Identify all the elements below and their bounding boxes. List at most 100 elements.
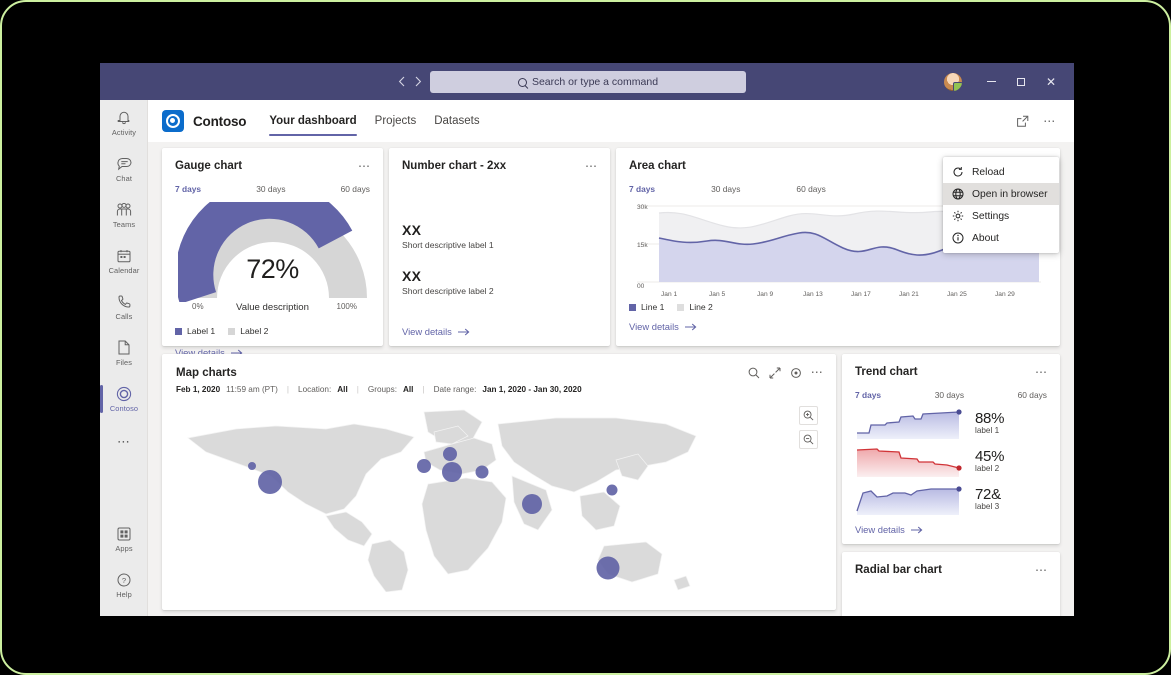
window-title-bar: chevron-left-icon Search or type a comma…	[100, 63, 1074, 100]
range-30-days[interactable]: 30 days	[256, 184, 285, 194]
card-title: Map charts	[176, 367, 237, 379]
open-in-new-window-icon[interactable]	[1010, 109, 1034, 133]
svg-text:Jan 9: Jan 9	[757, 291, 773, 298]
map-daterange-value[interactable]: Jan 1, 2020 - Jan 30, 2020	[482, 385, 581, 394]
menu-item-open-in-browser[interactable]: Open in browser	[943, 183, 1059, 205]
menu-item-settings[interactable]: Settings	[943, 205, 1059, 227]
divider: |	[356, 385, 359, 394]
card-title: Trend chart	[855, 366, 918, 378]
search-icon[interactable]	[748, 367, 760, 379]
view-details-link[interactable]: View details	[629, 321, 1047, 332]
trend-row: 72& label 3	[855, 483, 1047, 515]
range-30-days[interactable]: 30 days	[711, 184, 740, 194]
trend-values: 72& label 3	[975, 486, 1001, 511]
svg-text:?: ?	[122, 576, 126, 585]
range-30-days[interactable]: 30 days	[935, 390, 964, 400]
svg-text:15k: 15k	[637, 242, 648, 249]
tab-your-dashboard[interactable]: Your dashboard	[260, 100, 365, 142]
svg-text:00: 00	[637, 283, 645, 290]
chevron-right-icon[interactable]	[415, 76, 422, 87]
avatar[interactable]	[944, 72, 962, 91]
sidebar-item-contoso[interactable]: Contoso	[100, 376, 148, 422]
more-options-icon[interactable]: ⋯	[1038, 109, 1062, 133]
sidebar-item-files[interactable]: Files	[100, 330, 148, 376]
trend-value: 45%	[975, 447, 1005, 465]
range-60-days[interactable]: 60 days	[1018, 390, 1047, 400]
sidebar-item-activity[interactable]: Activity	[100, 100, 148, 146]
sidebar-item-chat[interactable]: Chat	[100, 146, 148, 192]
card-more-options-icon[interactable]: ⋯	[585, 160, 598, 172]
card-number-chart: Number chart - 2xx ⋯ XX Short descriptiv…	[389, 148, 610, 346]
tab-projects[interactable]: Projects	[366, 100, 426, 142]
card-title: Radial bar chart	[855, 564, 942, 576]
maximize-button[interactable]	[1006, 63, 1036, 100]
range-7-days[interactable]: 7 days	[855, 390, 881, 400]
card-trend-chart: Trend chart ⋯ 7 days 30 days 60 days 88%…	[842, 354, 1060, 544]
info-icon	[952, 232, 964, 244]
menu-item-about[interactable]: About	[943, 227, 1059, 249]
map-groups-value[interactable]: All	[403, 385, 413, 394]
help-circle-icon: ?	[117, 571, 131, 588]
sidebar-item-calls[interactable]: Calls	[100, 284, 148, 330]
trend-row: 45% label 2	[855, 445, 1047, 477]
range-7-days[interactable]: 7 days	[629, 184, 655, 194]
sidebar-item-teams[interactable]: Teams	[100, 192, 148, 238]
divider: |	[286, 385, 290, 394]
app-header-actions: ⋯	[1010, 109, 1074, 133]
close-button[interactable]: ✕	[1036, 63, 1066, 100]
card-gauge-chart: Gauge chart ⋯ 7 days 30 days 60 days 72%	[162, 148, 383, 358]
tab-datasets[interactable]: Datasets	[425, 100, 488, 142]
menu-item-label: Open in browser	[972, 188, 1048, 200]
svg-text:Jan 13: Jan 13	[803, 291, 823, 298]
menu-item-reload[interactable]: Reload	[943, 161, 1059, 183]
world-map[interactable]	[176, 404, 822, 592]
svg-text:Jan 17: Jan 17	[851, 291, 871, 298]
search-icon	[517, 77, 527, 87]
expand-icon[interactable]	[769, 367, 781, 379]
range-60-days[interactable]: 60 days	[796, 184, 825, 194]
trend-label: label 2	[975, 464, 1000, 474]
sidebar-item-label: Calls	[115, 312, 133, 321]
sidebar-more-apps-button[interactable]: ⋯	[100, 422, 148, 462]
screenshot-frame: chevron-left-icon Search or type a comma…	[0, 0, 1171, 675]
svg-text:Jan 21: Jan 21	[899, 291, 919, 298]
sidebar-item-label: Apps	[115, 544, 133, 553]
teams-icon	[115, 201, 133, 218]
card-more-options-icon[interactable]: ⋯	[358, 160, 371, 172]
map-location-value[interactable]: All	[337, 385, 347, 394]
trend-values: 88% label 1	[975, 410, 1004, 436]
bell-icon	[117, 109, 131, 126]
svg-text:Jan 29: Jan 29	[995, 291, 1015, 298]
chevron-left-icon[interactable]	[398, 76, 405, 87]
search-input[interactable]: Search or type a command	[430, 71, 746, 93]
contoso-logo-icon	[162, 110, 184, 132]
legend-label: Label 2	[240, 326, 269, 336]
view-details-link[interactable]: View details	[855, 524, 1047, 535]
view-details-link[interactable]: View details	[402, 326, 597, 337]
range-selector: 7 days 30 days 60 days	[175, 184, 370, 194]
app-tabs: Your dashboard Projects Datasets	[260, 100, 488, 142]
calendar-icon	[117, 247, 131, 264]
sparkline-label-1	[857, 409, 962, 439]
window-controls: ✕	[944, 63, 1066, 100]
card-more-options-icon[interactable]: ⋯	[1035, 564, 1048, 576]
sidebar-item-help[interactable]: ? Help	[100, 562, 148, 608]
minimize-button[interactable]	[976, 63, 1006, 100]
trend-label: label 1	[975, 426, 1000, 436]
number-value: XX	[402, 268, 422, 284]
zoom-in-icon[interactable]	[799, 406, 818, 425]
range-60-days[interactable]: 60 days	[341, 184, 370, 194]
sidebar-item-apps[interactable]: Apps	[100, 516, 148, 562]
zoom-out-icon[interactable]	[799, 430, 818, 449]
map-location-label: Location:	[298, 385, 332, 394]
brand-title: Contoso	[193, 113, 247, 129]
locate-icon[interactable]	[790, 367, 802, 379]
card-more-options-icon[interactable]: ⋯	[1035, 366, 1048, 378]
gauge-axis-labels: 0% Value description 100%	[175, 302, 370, 316]
range-7-days[interactable]: 7 days	[175, 184, 201, 194]
svg-text:30k: 30k	[637, 204, 648, 211]
sidebar-item-calendar[interactable]: Calendar	[100, 238, 148, 284]
more-options-icon[interactable]: ⋯	[811, 366, 824, 378]
sparkline-label-2	[856, 448, 962, 477]
map-date: Feb 1, 2020	[176, 385, 221, 394]
